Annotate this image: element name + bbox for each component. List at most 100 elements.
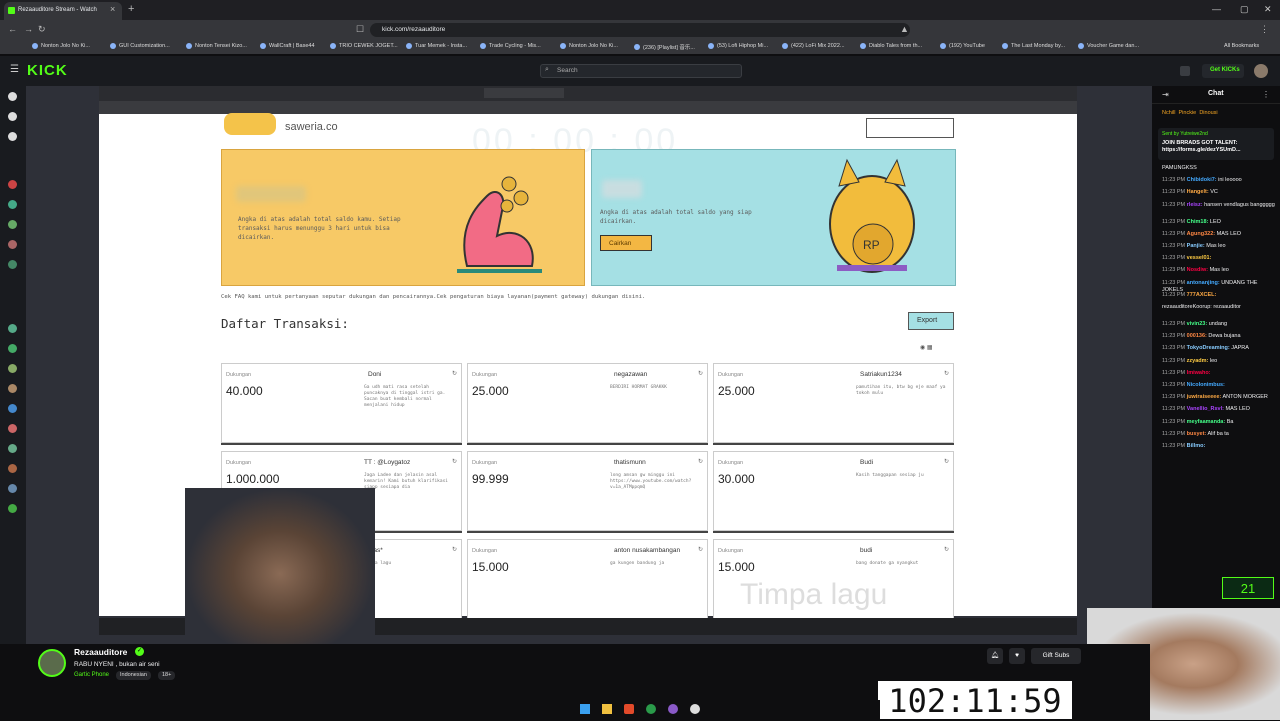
chat-username[interactable]: juwiraiseeee:: [1187, 394, 1222, 400]
channel-avatar[interactable]: [8, 200, 17, 209]
language-tag[interactable]: Indonesian: [116, 671, 151, 680]
bookmark-item[interactable]: Tuar Memek - Insta...: [406, 43, 467, 49]
bookmark-item[interactable]: WallCraft | Base44: [260, 43, 315, 49]
bookmark-star-icon[interactable]: ☐: [356, 24, 364, 35]
brave-shield-icon[interactable]: ▲: [900, 24, 909, 34]
chat-username[interactable]: TokyoDreaming:: [1187, 345, 1230, 351]
chat-username[interactable]: Chim18:: [1187, 219, 1209, 225]
chat-username[interactable]: Panjie:: [1187, 243, 1205, 249]
bookmark-item[interactable]: Nonton Jolo No Ki...: [560, 43, 618, 49]
cairkan-button[interactable]: Cairkan: [600, 235, 652, 251]
chat-username[interactable]: Hangelt:: [1187, 189, 1209, 195]
search-input[interactable]: Search: [540, 64, 742, 78]
chat-username[interactable]: meyfaamanda:: [1187, 419, 1226, 425]
channel-avatar[interactable]: [8, 464, 17, 473]
minimize-icon[interactable]: —: [1212, 4, 1221, 14]
reload-icon[interactable]: ↻: [38, 24, 46, 35]
maximize-icon[interactable]: ▢: [1240, 4, 1249, 15]
follow-heart-icon[interactable]: ♥: [1009, 648, 1025, 664]
chat-username[interactable]: Vanellio_Rsvl:: [1187, 406, 1224, 412]
bookmark-item[interactable]: Trade Cycling - Mis...: [480, 43, 541, 49]
kick-logo[interactable]: KICK: [27, 62, 68, 79]
replay-icon[interactable]: ↻: [452, 546, 457, 553]
following-icon[interactable]: [8, 132, 17, 141]
chat-username[interactable]: busyet:: [1187, 431, 1207, 437]
notification-bell-icon[interactable]: 🔔︎: [987, 648, 1003, 664]
chat-username[interactable]: antonanjing:: [1187, 280, 1220, 286]
browse-icon[interactable]: [8, 112, 17, 121]
file-explorer-icon[interactable]: [602, 704, 612, 714]
channel-avatar[interactable]: [8, 344, 17, 353]
replay-icon[interactable]: ↻: [944, 458, 949, 465]
user-avatar[interactable]: [1254, 64, 1268, 78]
hamburger-menu-icon[interactable]: ☰: [10, 64, 19, 75]
menu-icon[interactable]: ⋮: [1260, 24, 1269, 35]
channel-avatar[interactable]: [8, 444, 17, 453]
close-tab-icon[interactable]: ×: [110, 4, 115, 14]
chat-username[interactable]: vivin23:: [1187, 321, 1207, 327]
channel-avatar[interactable]: [8, 240, 17, 249]
bookmark-item[interactable]: Voucher Game dan...: [1078, 43, 1139, 49]
chrome-icon[interactable]: [646, 704, 656, 714]
back-icon[interactable]: ←: [8, 24, 17, 34]
bookmark-item[interactable]: TRIO CEWEK JOGET...: [330, 43, 398, 49]
channel-avatar[interactable]: [8, 384, 17, 393]
channel-avatar[interactable]: [8, 180, 17, 189]
channel-avatar[interactable]: [8, 484, 17, 493]
bookmark-item[interactable]: Nonton Tensei Kizo...: [186, 43, 247, 49]
channel-name[interactable]: Rezaauditore: [74, 647, 127, 657]
replay-icon[interactable]: ↻: [452, 458, 457, 465]
collapse-chat-icon[interactable]: ⇥: [1162, 90, 1169, 99]
chat-username[interactable]: rleisz:: [1187, 202, 1203, 208]
view-toggle-icon[interactable]: ◉ ▦: [920, 344, 933, 351]
gift-subs-button[interactable]: Gift Subs: [1031, 648, 1081, 664]
bookmark-item[interactable]: (192) YouTube: [940, 43, 985, 49]
chat-username[interactable]: Chibidoki7:: [1187, 177, 1217, 183]
channel-avatar[interactable]: [8, 324, 17, 333]
chat-username[interactable]: 000136:: [1187, 333, 1207, 339]
chat-username[interactable]: vessel01:: [1187, 255, 1212, 261]
new-tab-icon[interactable]: +: [128, 3, 134, 15]
window-close-icon[interactable]: ✕: [1264, 4, 1272, 15]
replay-icon[interactable]: ↻: [452, 370, 457, 377]
bookmark-item[interactable]: Diablo Tales from th...: [860, 43, 922, 49]
brave-browser-icon[interactable]: [624, 704, 634, 714]
channel-avatar[interactable]: [8, 220, 17, 229]
chat-username[interactable]: 777AXCEL:: [1187, 292, 1217, 298]
chat-settings-icon[interactable]: ⋮: [1262, 90, 1270, 99]
bookmark-item[interactable]: GUI Customization...: [110, 43, 170, 49]
replay-icon[interactable]: ↻: [698, 546, 703, 553]
channel-avatar[interactable]: [8, 424, 17, 433]
all-bookmarks[interactable]: All Bookmarks: [1224, 43, 1259, 49]
chat-username[interactable]: Nosdiw:: [1187, 267, 1208, 273]
address-bar[interactable]: kick.com/rezaauditore: [370, 23, 910, 37]
browser-tab[interactable]: Rezaauditore Stream - Watch: [4, 2, 122, 20]
chat-username[interactable]: Agung322:: [1187, 231, 1215, 237]
bookmark-item[interactable]: (422) LoFi Mix 2022...: [782, 43, 845, 49]
windows-start-icon[interactable]: [580, 704, 590, 714]
get-kicks-button[interactable]: Get KICKs: [1202, 64, 1244, 78]
channel-avatar[interactable]: [38, 649, 66, 677]
home-icon[interactable]: [8, 92, 17, 101]
bookmark-item[interactable]: (53) Lofi Hiphop Mi...: [708, 43, 768, 49]
channel-avatar[interactable]: [8, 504, 17, 513]
discord-icon[interactable]: [668, 704, 678, 714]
channel-avatar[interactable]: [8, 260, 17, 269]
bookmark-item[interactable]: Nonton Jolo No Ki...: [32, 43, 90, 49]
replay-icon[interactable]: ↻: [698, 370, 703, 377]
mature-tag[interactable]: 18+: [158, 671, 176, 680]
replay-icon[interactable]: ↻: [698, 458, 703, 465]
bookmark-item[interactable]: (236) [Playlist] 音乐...: [634, 43, 695, 51]
channel-avatar[interactable]: [8, 364, 17, 373]
bookmark-item[interactable]: The Last Monday by...: [1002, 43, 1065, 49]
obs-icon[interactable]: [690, 704, 700, 714]
chat-username[interactable]: zzyadm:: [1187, 358, 1209, 364]
chat-username[interactable]: Billmo:: [1187, 443, 1206, 449]
forward-icon[interactable]: →: [24, 24, 33, 34]
chat-username[interactable]: Nicolonimbus:: [1187, 382, 1225, 388]
replay-icon[interactable]: ↻: [944, 546, 949, 553]
chat-username[interactable]: Imiwaho:: [1187, 370, 1211, 376]
wallet-icon[interactable]: [1180, 66, 1190, 76]
export-button[interactable]: Export: [908, 312, 954, 330]
stream-category[interactable]: Gartic Phone: [74, 672, 109, 678]
